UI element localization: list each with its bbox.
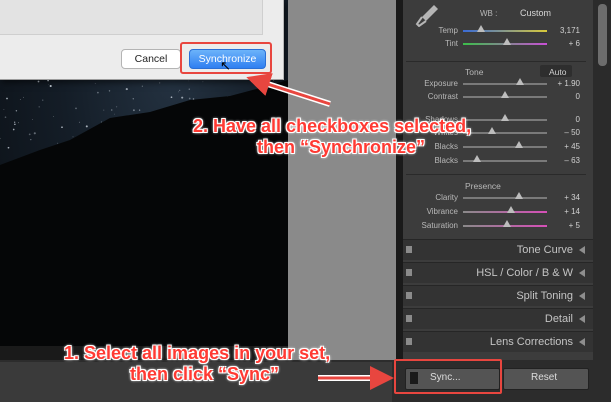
annotation-arrows bbox=[246, 73, 394, 390]
step2-line2: then “Synchronize” bbox=[257, 137, 426, 157]
step1-line1: 1. Select all images in your set, bbox=[64, 343, 331, 363]
step1-line2: then click “Sync” bbox=[130, 364, 280, 384]
step2-line1: 2. Have all checkboxes selected, bbox=[193, 116, 472, 136]
